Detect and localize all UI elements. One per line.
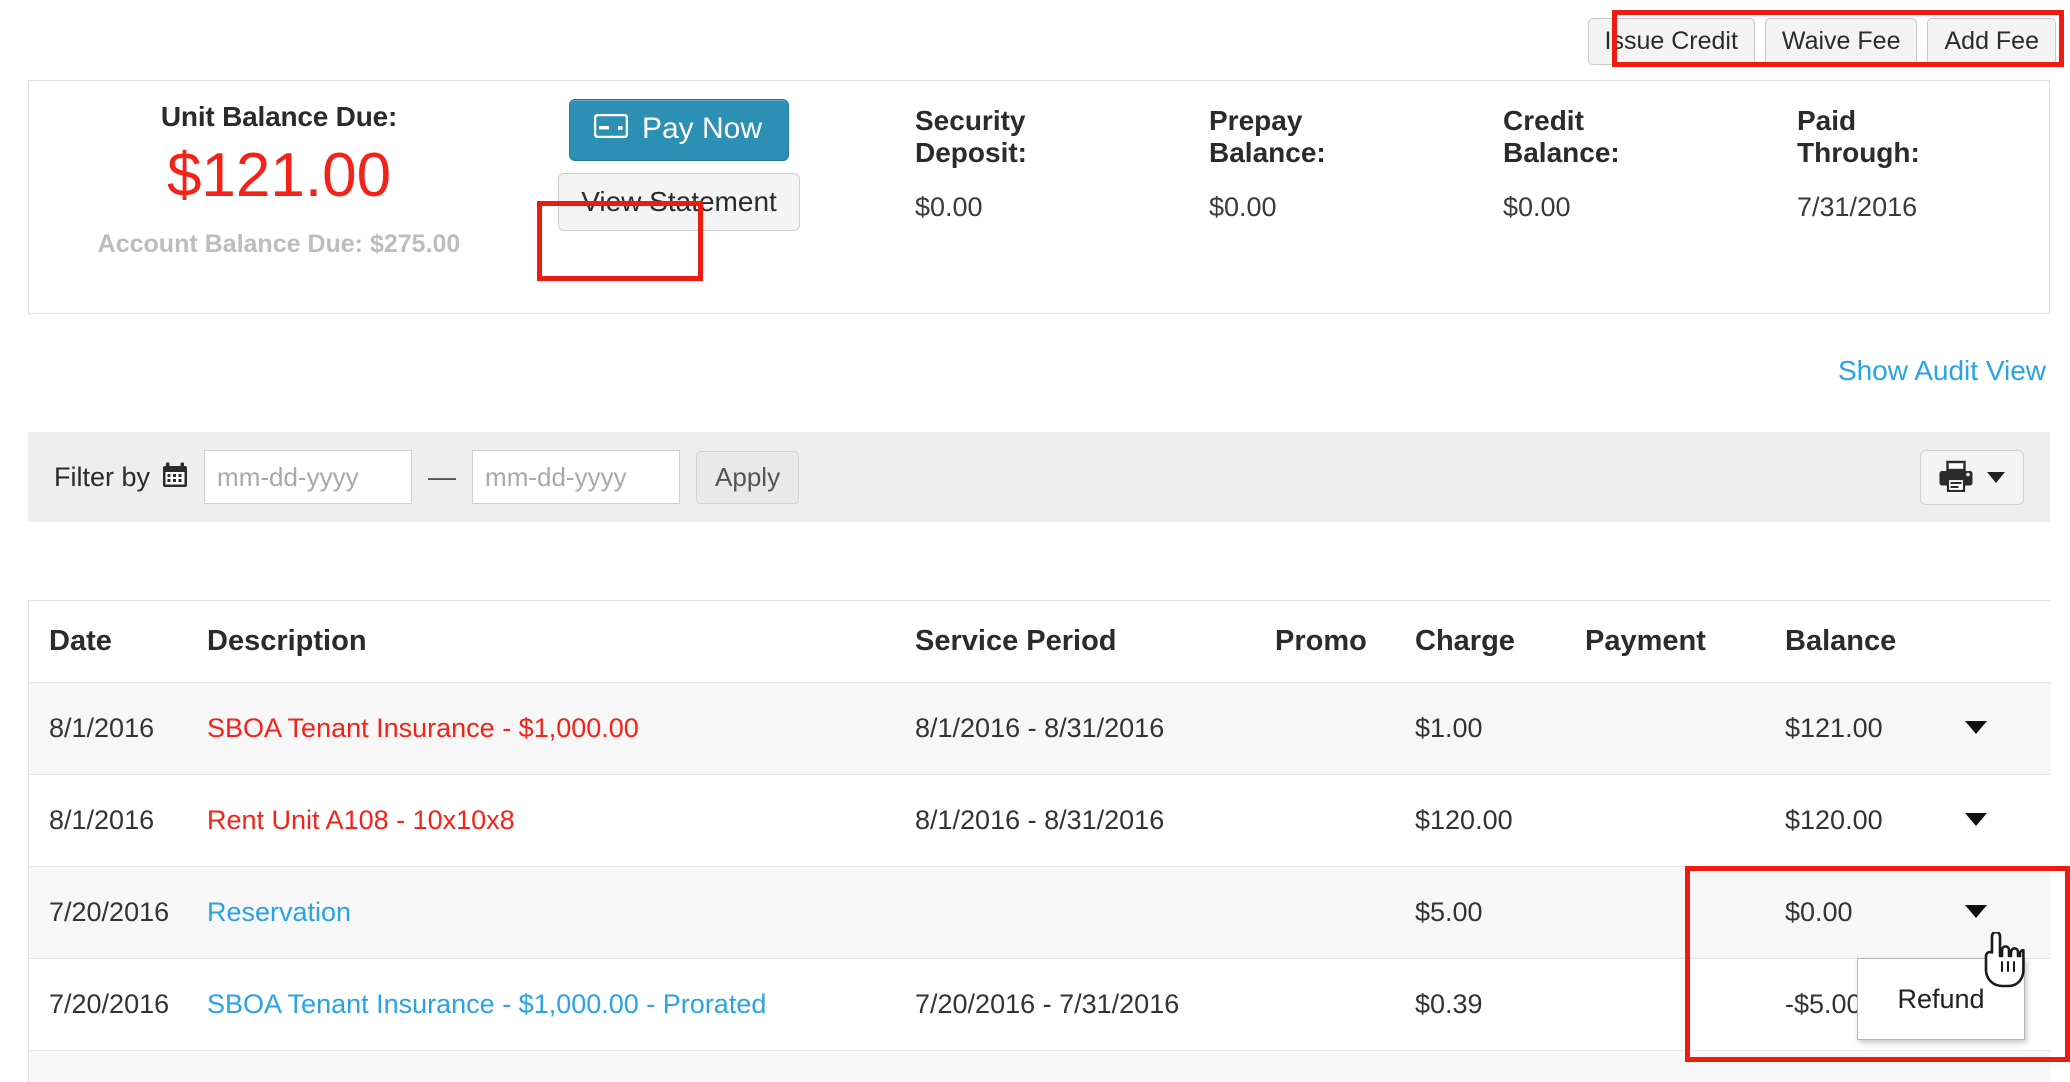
stat-label: Credit Balance: [1503,105,1620,168]
cell-charge: $0.39 [1415,958,1585,1051]
chevron-down-icon [1987,471,2005,483]
ledger-table: Date Description Service Period Promo Ch… [29,601,2051,1082]
cell-date: 8/1/2016 [29,682,207,775]
stat-value: 7/31/2016 [1797,192,1918,223]
account-balance-due: Account Balance Due: $275.00 [97,230,461,259]
issue-credit-button[interactable]: Issue Credit [1587,18,1755,65]
table-row: 8/1/2016 SBOA Tenant Insurance - $1,000.… [29,682,2051,775]
printer-icon [1939,460,1973,495]
cell-description-link[interactable]: SBOA Tenant Insurance - $1,000.00 [207,713,639,743]
add-fee-button[interactable]: Add Fee [1927,18,2056,65]
filter-bar: Filter by — Apply [28,432,2050,522]
column-header-service-period: Service Period [915,601,1275,683]
stat-label: Security Deposit: [915,105,1027,168]
stat-label: Prepay Balance: [1209,105,1326,168]
filter-end-date-input[interactable] [472,450,681,504]
payment-actions: Pay Now View Statement [529,81,829,313]
row-context-menu: Refund [1857,958,2025,1040]
stat-security-deposit: Security Deposit: $0.00 [915,105,1209,313]
cell-promo [1275,774,1415,867]
column-header-balance: Balance [1785,601,1965,683]
cell-service-period: 8/1/2016 - 8/31/2016 [915,682,1275,775]
column-header-charge: Charge [1415,601,1585,683]
pay-now-label: Pay Now [641,112,763,145]
cell-description-link[interactable]: SBOA Tenant Insurance - $1,000.00 - Pror… [207,989,766,1019]
ledger-table-body: 8/1/2016 SBOA Tenant Insurance - $1,000.… [29,682,2051,1082]
cell-date: 8/1/2016 [29,774,207,867]
column-header-payment: Payment [1585,601,1785,683]
cell-balance: $120.00 [1785,774,1965,867]
stat-credit-balance: Credit Balance: $0.00 [1503,105,1797,313]
unit-balance-label: Unit Balance Due: [160,101,398,132]
top-action-bar: Issue Credit Waive Fee Add Fee [1587,18,2056,65]
column-header-promo: Promo [1275,601,1415,683]
cell-payment [1585,774,1785,867]
stat-prepay-balance: Prepay Balance: $0.00 [1209,105,1503,313]
ledger-table-head: Date Description Service Period Promo Ch… [29,601,2051,683]
table-row: 8/1/2016 Rent Unit A108 - 10x10x8 8/1/20… [29,774,2051,867]
stat-value: $0.00 [1209,192,1277,223]
waive-fee-button[interactable]: Waive Fee [1764,18,1918,65]
ledger-table-wrapper: Date Description Service Period Promo Ch… [28,600,2051,1082]
show-audit-view-link[interactable]: Show Audit View [1838,355,2046,387]
pay-now-button[interactable]: Pay Now [568,99,790,161]
table-row: 7/20/2016 Reservation $5.00 $0.00 [29,866,2051,959]
credit-card-icon [593,112,629,146]
view-statement-button[interactable]: View Statement [558,173,800,231]
row-actions-caret-icon[interactable] [1965,813,1987,826]
cell-description-link[interactable]: Rent Unit A108 - 10x10x8 [207,805,515,835]
balance-summary-panel: Unit Balance Due: $121.00 Account Balanc… [28,80,2050,314]
cell-payment [1585,682,1785,775]
cell-promo [1275,958,1415,1051]
unit-balance-block: Unit Balance Due: $121.00 Account Balanc… [29,81,529,313]
cell-service-period [915,866,1275,959]
stat-paid-through: Paid Through: 7/31/2016 [1797,105,2070,313]
column-header-description: Description [207,601,915,683]
cell-service-period: 7/20/2016 - 7/31/2016 [915,958,1275,1051]
calendar-icon[interactable] [162,462,188,493]
apply-filter-button[interactable]: Apply [696,450,800,504]
row-actions-caret-icon[interactable] [1965,721,1987,734]
billing-ledger-page: Issue Credit Waive Fee Add Fee Unit Bala… [0,0,2070,1082]
table-row [29,1050,2051,1082]
balance-summary-left: Unit Balance Due: $121.00 Account Balanc… [29,81,829,313]
cell-description-link[interactable]: Reservation [207,897,351,927]
cell-charge: $5.00 [1415,866,1585,959]
date-range-separator: — [428,461,457,492]
cell-service-period: 8/1/2016 - 8/31/2016 [915,774,1275,867]
table-row: 7/20/2016 SBOA Tenant Insurance - $1,000… [29,958,2051,1051]
context-menu-item-refund[interactable]: Refund [1897,984,1984,1015]
cell-charge: $1.00 [1415,682,1585,775]
unit-balance-amount: $121.00 [166,141,392,210]
cell-date: 7/20/2016 [29,866,207,959]
cell-balance: $121.00 [1785,682,1965,775]
filter-start-date-input[interactable] [204,450,413,504]
stat-label: Paid Through: [1797,105,1920,168]
cell-payment [1585,958,1785,1051]
print-dropdown-button[interactable] [1920,449,2024,505]
cell-balance: $0.00 [1785,866,1965,959]
stat-value: $0.00 [1503,192,1571,223]
filter-label: Filter by [54,461,151,492]
cell-promo [1275,866,1415,959]
stat-value: $0.00 [915,192,983,223]
table-header-row: Date Description Service Period Promo Ch… [29,601,2051,683]
cell-charge: $120.00 [1415,774,1585,867]
column-header-actions [1965,601,2051,683]
cell-promo [1275,682,1415,775]
balance-stats: Security Deposit: $0.00 Prepay Balance: … [829,81,2070,313]
cell-payment [1585,866,1785,959]
row-actions-caret-icon[interactable] [1965,905,1987,918]
cell-date: 7/20/2016 [29,958,207,1051]
column-header-date: Date [29,601,207,683]
